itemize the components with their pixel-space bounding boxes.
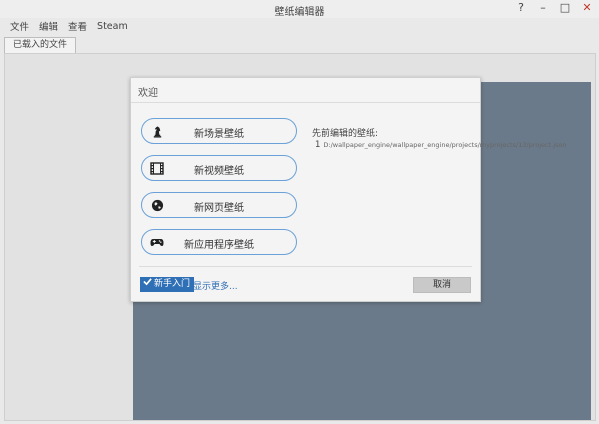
tab-bar: 已载入的文件 xyxy=(4,37,77,53)
welcome-dialog: 欢迎 新场景壁纸 新视频壁纸 新网页壁纸 新应用程序壁纸 先前编辑的壁纸: 1 … xyxy=(130,77,567,302)
menu-view[interactable]: 查看 xyxy=(68,19,87,33)
window-controls: ? – □ ✕ xyxy=(515,1,593,15)
option-label: 新应用程序壁纸 xyxy=(184,240,254,251)
new-video-wallpaper-button[interactable]: 新视频壁纸 xyxy=(141,155,297,181)
checkmark-icon xyxy=(143,277,152,292)
new-scene-wallpaper-button[interactable]: 新场景壁纸 xyxy=(141,118,297,144)
workspace: 欢迎 新场景壁纸 新视频壁纸 新网页壁纸 新应用程序壁纸 先前编辑的壁纸: 1 … xyxy=(4,53,596,421)
recent-item[interactable]: 1 D:/wallpaper_engine/wallpaper_engine/pr… xyxy=(315,140,567,150)
tab-loaded-files[interactable]: 已载入的文件 xyxy=(4,37,77,53)
menu-bar: 文件 编辑 查看 Steam xyxy=(0,18,599,34)
footer-divider xyxy=(139,266,472,267)
recent-item-number: 1 xyxy=(315,140,321,150)
option-label: 新网页壁纸 xyxy=(194,203,244,214)
window-title: 壁纸编辑器 xyxy=(274,7,325,18)
dialog-divider xyxy=(131,102,480,103)
option-label: 新场景壁纸 xyxy=(194,129,244,140)
beginner-guide-label: 新手入门 xyxy=(154,279,191,289)
show-more-link[interactable]: 显示更多... xyxy=(193,279,238,292)
new-app-wallpaper-button[interactable]: 新应用程序壁纸 xyxy=(141,229,297,255)
maximize-button[interactable]: □ xyxy=(559,1,571,15)
dialog-title: 欢迎 xyxy=(138,88,158,99)
cancel-button[interactable]: 取消 xyxy=(413,277,471,293)
minimize-button[interactable]: – xyxy=(537,1,549,15)
beginner-guide-button[interactable]: 新手入门 xyxy=(140,277,195,292)
help-button[interactable]: ? xyxy=(515,1,527,15)
menu-steam[interactable]: Steam xyxy=(97,21,128,32)
option-label: 新视频壁纸 xyxy=(194,166,244,177)
close-button[interactable]: ✕ xyxy=(581,1,593,15)
recent-wallpapers-title: 先前编辑的壁纸: xyxy=(312,129,379,139)
recent-item-path: D:/wallpaper_engine/wallpaper_engine/pro… xyxy=(323,141,567,149)
menu-file[interactable]: 文件 xyxy=(10,19,29,33)
new-web-wallpaper-button[interactable]: 新网页壁纸 xyxy=(141,192,297,218)
menu-edit[interactable]: 编辑 xyxy=(39,19,58,33)
title-bar: 壁纸编辑器 ? – □ ✕ xyxy=(0,0,599,18)
